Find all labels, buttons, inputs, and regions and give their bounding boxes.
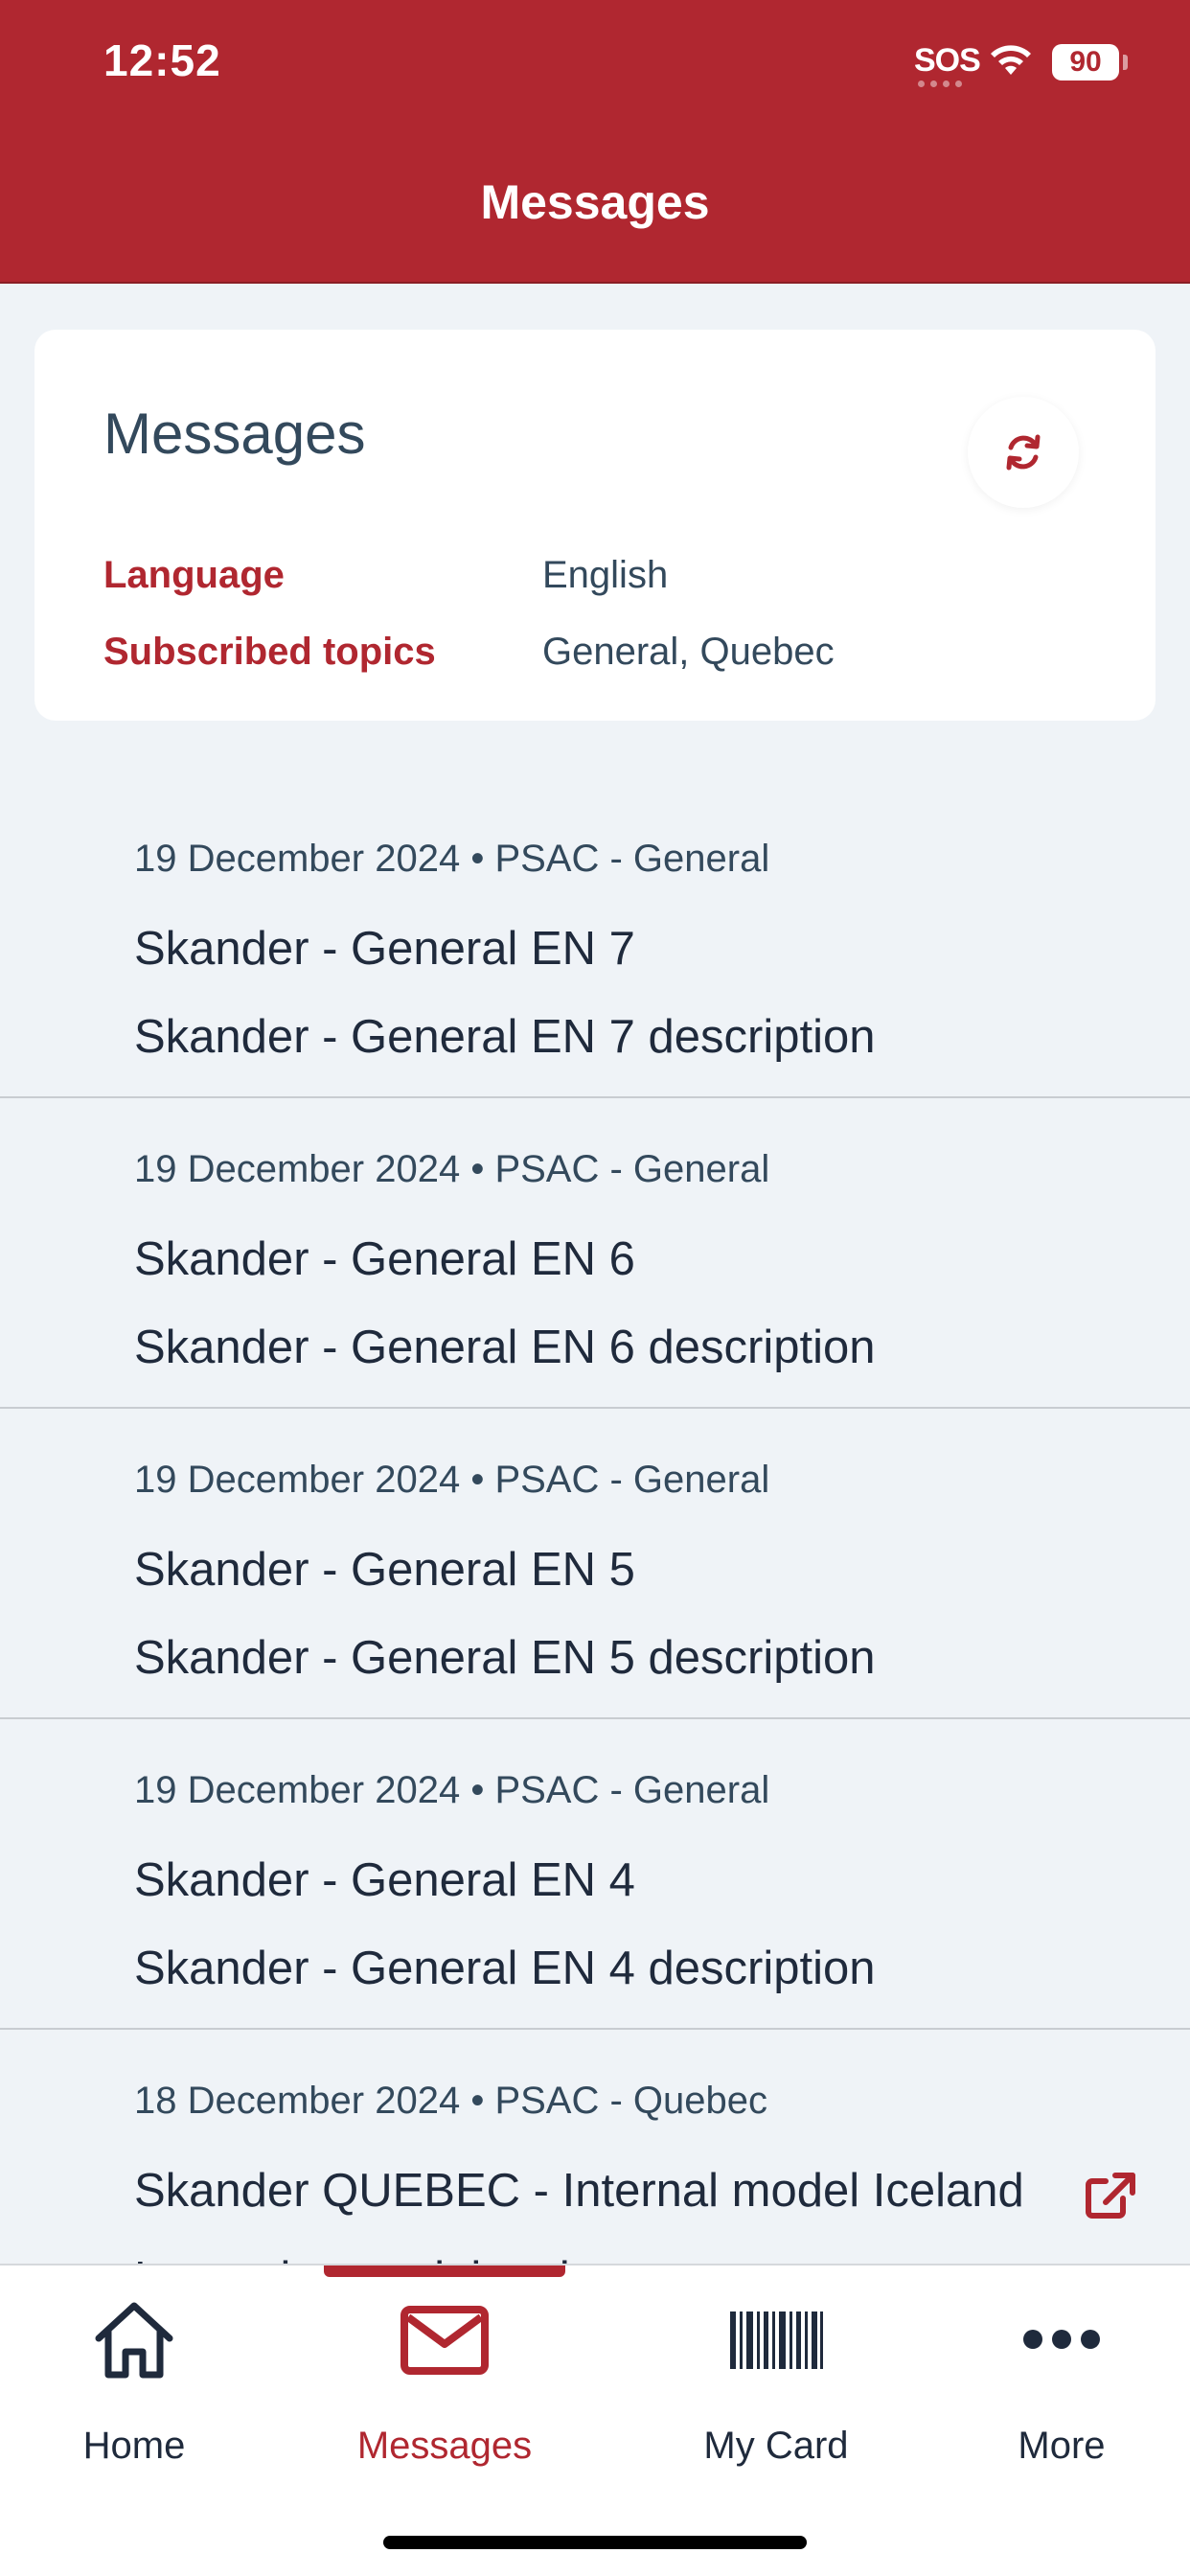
- active-tab-indicator: [324, 2266, 565, 2277]
- nav-home-label: Home: [82, 2425, 186, 2467]
- home-indicator: [383, 2536, 807, 2549]
- messages-settings-card: Messages Language English Subscribed top…: [34, 330, 1156, 721]
- nav-my-card-label: My Card: [703, 2425, 849, 2467]
- envelope-icon: [400, 2306, 489, 2375]
- bottom-nav: Home Messages My Card More: [0, 2264, 1190, 2576]
- external-link-icon[interactable]: [1083, 2172, 1136, 2221]
- language-label: Language: [103, 554, 285, 596]
- message-meta: 19 December 2024 • PSAC - General: [134, 1148, 770, 1190]
- message-meta: 19 December 2024 • PSAC - General: [134, 1459, 770, 1501]
- home-icon: [95, 2302, 173, 2379]
- refresh-button[interactable]: [968, 397, 1079, 508]
- more-dots-icon: [1023, 2330, 1100, 2349]
- nav-messages-label: Messages: [356, 2425, 533, 2467]
- message-item[interactable]: 19 December 2024 • PSAC - General Skande…: [0, 1098, 1190, 1409]
- message-meta: 19 December 2024 • PSAC - General: [134, 838, 770, 880]
- message-description: Skander - General EN 7 description: [134, 1011, 876, 1063]
- message-title: Skander - General EN 5: [134, 1544, 635, 1596]
- message-item[interactable]: 19 December 2024 • PSAC - General Skande…: [0, 1719, 1190, 2030]
- status-time: 12:52: [103, 35, 221, 85]
- sos-indicator: SOS: [914, 42, 981, 79]
- topics-value: General, Quebec: [542, 631, 835, 673]
- app-header: 12:52 SOS 90 Messages: [0, 0, 1190, 284]
- nav-more-label: More: [1018, 2425, 1106, 2467]
- language-value: English: [542, 554, 669, 596]
- message-title: Skander - General EN 6: [134, 1233, 635, 1285]
- message-item[interactable]: 19 December 2024 • PSAC - General Skande…: [0, 1409, 1190, 1719]
- message-description: Skander - General EN 4 description: [134, 1943, 876, 1994]
- message-description: Skander - General EN 5 description: [134, 1632, 876, 1684]
- page-title: Messages: [480, 175, 710, 229]
- message-description: Skander - General EN 6 description: [134, 1322, 876, 1373]
- message-item[interactable]: 19 December 2024 • PSAC - General Skande…: [0, 788, 1190, 1098]
- battery-level: 90: [1069, 46, 1102, 78]
- barcode-icon: [730, 2312, 823, 2369]
- battery-icon: 90: [1052, 44, 1119, 80]
- message-meta: 19 December 2024 • PSAC - General: [134, 1769, 770, 1811]
- nav-my-card[interactable]: My Card: [642, 2298, 910, 2490]
- battery-tip: [1123, 55, 1128, 70]
- message-meta: 18 December 2024 • PSAC - Quebec: [134, 2080, 768, 2122]
- nav-home[interactable]: Home: [0, 2298, 268, 2490]
- message-title: Skander QUEBEC - Internal model Iceland: [134, 2165, 1024, 2217]
- topics-label: Subscribed topics: [103, 631, 436, 673]
- nav-messages[interactable]: Messages: [310, 2298, 579, 2490]
- refresh-icon: [1006, 434, 1041, 471]
- nav-more[interactable]: More: [927, 2298, 1190, 2490]
- message-title: Skander - General EN 7: [134, 923, 635, 975]
- message-title: Skander - General EN 4: [134, 1854, 635, 1906]
- card-title: Messages: [103, 402, 366, 466]
- wifi-icon: [991, 45, 1031, 75]
- signal-dots: [918, 80, 964, 88]
